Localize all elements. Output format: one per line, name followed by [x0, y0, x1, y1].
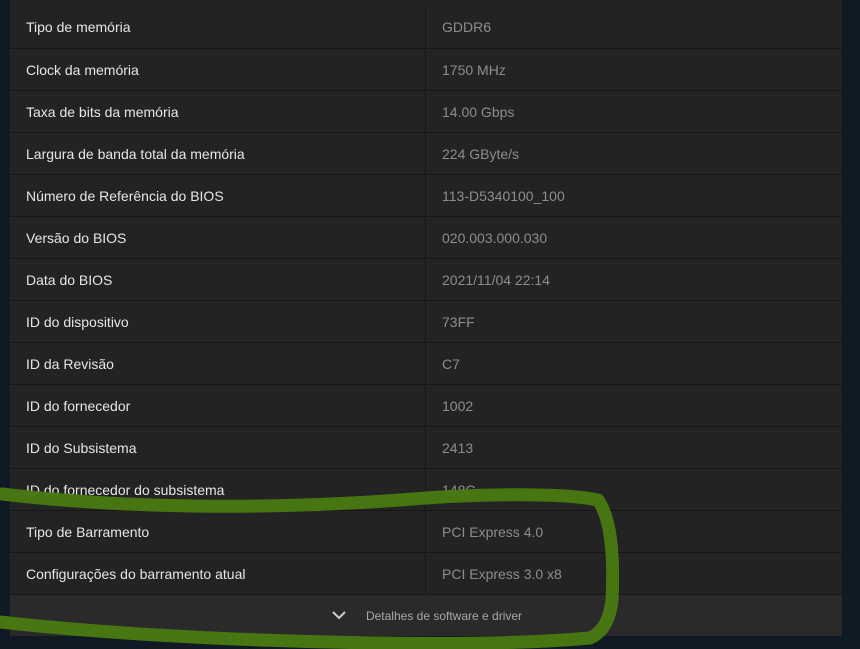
- row-label: ID do dispositivo: [10, 301, 426, 342]
- row-value: 73FF: [442, 313, 475, 330]
- table-row: ID do fornecedor 1002: [10, 384, 842, 426]
- row-label: Data do BIOS: [10, 259, 426, 300]
- table-row: Tipo de memória GDDR6: [10, 6, 842, 48]
- row-value: 148C: [442, 481, 476, 498]
- chevron-down-icon: [330, 607, 348, 625]
- table-row: ID da Revisão C7: [10, 342, 842, 384]
- row-label: Número de Referência do BIOS: [10, 175, 426, 216]
- row-label: Configurações do barramento atual: [10, 553, 426, 594]
- table-row: Número de Referência do BIOS 113-D534010…: [10, 174, 842, 216]
- row-value: C7: [442, 355, 460, 372]
- row-label: Tipo de memória: [10, 6, 426, 48]
- table-row: ID do fornecedor do subsistema 148C: [10, 468, 842, 510]
- specs-table: Tipo de memória GDDR6 Clock da memória 1…: [10, 6, 842, 594]
- row-label: ID da Revisão: [10, 343, 426, 384]
- table-row: ID do Subsistema 2413: [10, 426, 842, 468]
- row-value: 113-D5340100_100: [442, 187, 565, 204]
- row-label: Tipo de Barramento: [10, 511, 426, 552]
- row-value: 224 GByte/s: [442, 145, 520, 162]
- row-label: ID do Subsistema: [10, 427, 426, 468]
- row-value: 14.00 Gbps: [442, 103, 515, 120]
- table-row: ID do dispositivo 73FF: [10, 300, 842, 342]
- row-label: Largura de banda total da memória: [10, 133, 426, 174]
- row-value: GDDR6: [442, 19, 492, 35]
- row-label: ID do fornecedor: [10, 385, 426, 426]
- row-value: PCI Express 3.0 x8: [442, 565, 562, 582]
- table-row: Versão do BIOS 020.003.000.030: [10, 216, 842, 258]
- row-label: ID do fornecedor do subsistema: [10, 469, 426, 510]
- gpu-details-panel: Tipo de memória GDDR6 Clock da memória 1…: [10, 0, 842, 636]
- table-row: Clock da memória 1750 MHz: [10, 48, 842, 90]
- row-label: Versão do BIOS: [10, 217, 426, 258]
- row-value: 1750 MHz: [442, 61, 506, 78]
- table-row: Tipo de Barramento PCI Express 4.0: [10, 510, 842, 552]
- table-row: Taxa de bits da memória 14.00 Gbps: [10, 90, 842, 132]
- row-value: 2021/11/04 22:14: [442, 271, 550, 288]
- software-driver-details-label: Detalhes de software e driver: [365, 608, 523, 623]
- row-value: 2413: [442, 439, 474, 456]
- software-driver-details-toggle[interactable]: Detalhes de software e driver: [10, 594, 842, 636]
- row-label: Clock da memória: [10, 49, 426, 90]
- table-row: Largura de banda total da memória 224 GB…: [10, 132, 842, 174]
- row-value: PCI Express 4.0: [442, 523, 544, 540]
- table-row: Data do BIOS 2021/11/04 22:14: [10, 258, 842, 300]
- row-label: Taxa de bits da memória: [10, 91, 426, 132]
- table-row: Configurações do barramento atual PCI Ex…: [10, 552, 842, 594]
- row-value: 1002: [442, 397, 474, 414]
- row-value: 020.003.000.030: [442, 229, 548, 246]
